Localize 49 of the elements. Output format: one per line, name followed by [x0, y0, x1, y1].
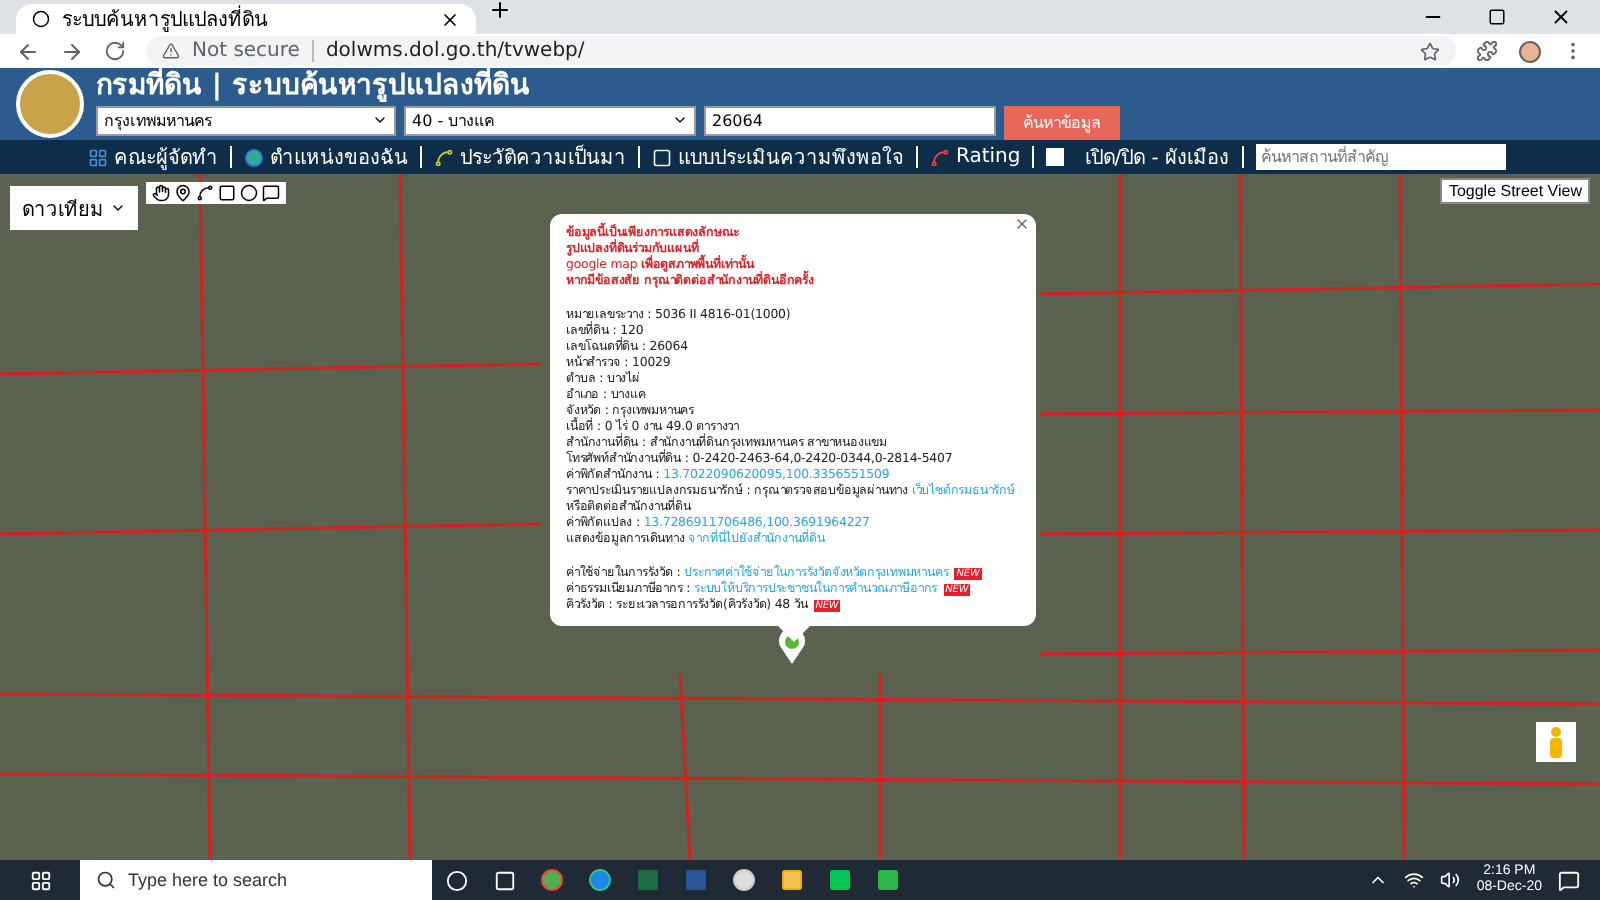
street-view-button[interactable]: Toggle Street View — [1440, 178, 1590, 204]
globe-icon — [244, 147, 264, 167]
hand-icon[interactable] — [152, 184, 170, 202]
circle-icon[interactable] — [240, 184, 258, 202]
tab-title: ระบบค้นหารูปแปลงที่ดิน — [62, 4, 428, 34]
nav-link[interactable]: เปิด/ปิด - ผังเมือง — [1084, 142, 1230, 172]
close-icon[interactable] — [440, 9, 460, 29]
dropdown-caret-icon — [110, 200, 126, 216]
dropdown-caret-icon — [372, 112, 388, 128]
district-select[interactable]: 40 - บางแค — [404, 105, 696, 135]
volume-icon[interactable] — [1440, 870, 1461, 890]
nav-link[interactable]: Rating — [930, 146, 1021, 168]
taskbar-search-field[interactable]: Type here to search — [80, 860, 432, 900]
map-marker-icon[interactable] — [778, 628, 806, 664]
shape-icon[interactable] — [262, 184, 280, 202]
browser-tab[interactable]: ระบบค้นหารูปแปลงที่ดิน — [16, 4, 476, 34]
nav-link[interactable]: ตำแหน่งของฉัน — [244, 142, 408, 172]
satellite-map[interactable] — [0, 174, 1600, 860]
notification-icon[interactable] — [1558, 869, 1580, 891]
popup-pointer — [777, 626, 809, 642]
forward-icon[interactable] — [60, 39, 84, 63]
url-text: dolwms.dol.go.th/tvwebp/ — [325, 40, 585, 62]
profile-icon[interactable] — [1518, 39, 1542, 63]
nav-link[interactable]: คณะผู้จัดทำ — [88, 142, 218, 172]
rectangle-icon[interactable] — [218, 184, 236, 202]
warning-icon — [162, 42, 180, 60]
province-select[interactable]: กรุงเทพมหานคร — [96, 105, 396, 135]
reload-icon[interactable] — [104, 40, 126, 62]
dropdown-caret-icon — [672, 112, 688, 128]
line-icon[interactable] — [196, 184, 214, 202]
search-icon — [96, 870, 116, 890]
extension-icon[interactable] — [1476, 40, 1498, 62]
site-icon — [32, 10, 50, 28]
close-icon[interactable] — [1550, 6, 1572, 28]
maximize-icon[interactable] — [1488, 8, 1506, 26]
pin-icon[interactable] — [174, 184, 192, 202]
back-icon[interactable] — [16, 39, 40, 63]
security-label: Not secure — [192, 40, 300, 62]
nav-link[interactable]: แบบประเมินความพึงพอใจ — [652, 142, 904, 172]
network-icon[interactable] — [1404, 870, 1425, 890]
address-bar[interactable]: Not secure dolwms.dol.go.th/tvwebp/ — [146, 36, 1456, 66]
site-title: กรมที่ดิน | ระบบค้นหารูปแปลงที่ดิน — [96, 69, 1120, 101]
place-search-field[interactable]: ค้นหาสถานที่สำคัญ — [1255, 144, 1506, 170]
parcel-field[interactable]: 26064 — [704, 105, 996, 135]
checkbox[interactable] — [1046, 148, 1065, 166]
nav-link[interactable]: ประวัติความเป็นมา — [434, 142, 626, 172]
bookmark-icon[interactable] — [1420, 41, 1440, 61]
new-tab-icon[interactable] — [488, 0, 512, 22]
map-type-button[interactable]: ดาวเทียม — [10, 186, 138, 230]
